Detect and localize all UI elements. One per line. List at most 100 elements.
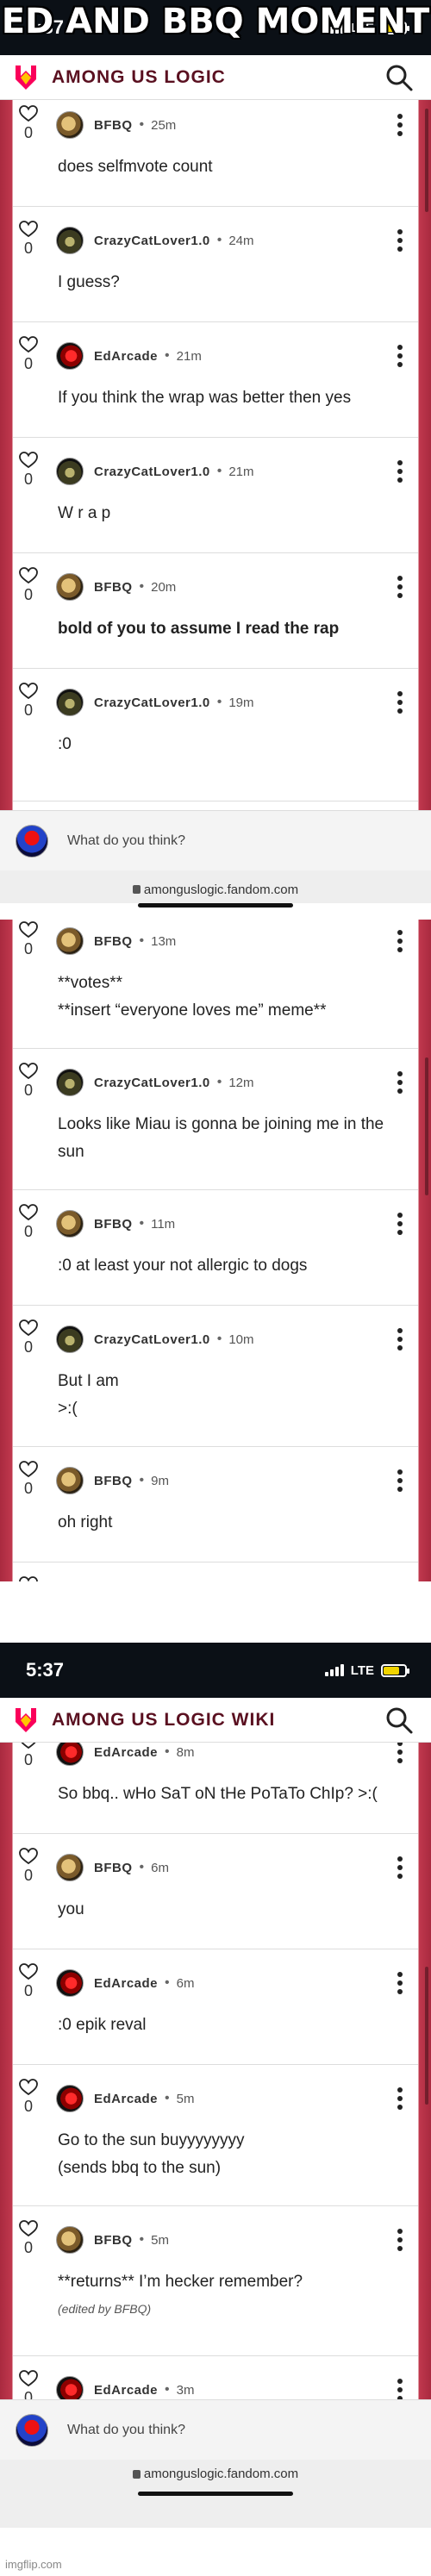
heart-icon[interactable]	[19, 921, 38, 939]
username[interactable]: BFBQ	[94, 118, 133, 133]
avatar[interactable]	[56, 689, 84, 716]
avatar[interactable]	[56, 1467, 84, 1494]
username[interactable]: BFBQ	[94, 1474, 133, 1488]
more-options-icon[interactable]	[397, 345, 403, 367]
scrollbar[interactable]	[425, 1967, 428, 2105]
more-options-icon[interactable]	[397, 229, 403, 252]
heart-icon[interactable]	[19, 683, 38, 700]
username[interactable]: BFBQ	[94, 580, 133, 595]
like-control[interactable]: 0	[13, 567, 44, 604]
username[interactable]: CrazyCatLover1.0	[94, 1332, 210, 1347]
avatar[interactable]	[56, 458, 84, 485]
username[interactable]: BFBQ	[94, 1861, 133, 1875]
like-control[interactable]: 0	[13, 1963, 44, 2000]
like-control[interactable]: 0	[13, 683, 44, 720]
more-options-icon[interactable]	[397, 691, 403, 714]
heart-icon[interactable]	[19, 1743, 38, 1750]
search-icon[interactable]	[384, 1706, 414, 1735]
like-control[interactable]: 0	[13, 1204, 44, 1241]
avatar[interactable]	[56, 1325, 84, 1353]
avatar[interactable]	[56, 1069, 84, 1096]
like-control[interactable]: 0	[13, 105, 44, 142]
fandom-logo-icon[interactable]	[12, 1706, 40, 1734]
username[interactable]: EdArcade	[94, 2092, 158, 2106]
username[interactable]: BFBQ	[94, 934, 133, 949]
username[interactable]: BFBQ	[94, 2233, 133, 2248]
avatar[interactable]	[56, 1969, 84, 1997]
more-options-icon[interactable]	[397, 1972, 403, 1994]
like-control[interactable]: 0	[13, 221, 44, 258]
avatar[interactable]	[56, 1854, 84, 1881]
heart-icon[interactable]	[19, 1848, 38, 1865]
like-control[interactable]: 0	[13, 1461, 44, 1498]
username[interactable]: EdArcade	[94, 1976, 158, 1991]
heart-icon[interactable]	[19, 1576, 38, 1581]
username[interactable]: CrazyCatLover1.0	[94, 1076, 210, 1090]
wiki-title[interactable]: AMONG US LOGIC WIKI	[52, 1710, 384, 1731]
scrollbar[interactable]	[425, 1057, 428, 1195]
heart-icon[interactable]	[19, 1063, 38, 1080]
avatar[interactable]	[56, 573, 84, 601]
reply-input[interactable]: What do you think?	[67, 2423, 185, 2438]
heart-icon[interactable]	[19, 1319, 38, 1337]
like-control[interactable]: 0	[13, 921, 44, 958]
more-options-icon[interactable]	[397, 1071, 403, 1094]
avatar[interactable]	[56, 1743, 84, 1766]
like-control[interactable]: 0	[13, 1743, 44, 1769]
more-options-icon[interactable]	[397, 460, 403, 483]
username[interactable]: EdArcade	[94, 1745, 158, 1760]
reply-input[interactable]: What do you think?	[67, 833, 185, 849]
more-options-icon[interactable]	[397, 2229, 403, 2251]
like-control[interactable]: 0	[13, 1848, 44, 1885]
username[interactable]: EdArcade	[94, 349, 158, 364]
like-control[interactable]: 0	[13, 2079, 44, 2116]
fandom-logo-icon[interactable]	[12, 64, 40, 91]
like-control[interactable]: 0	[13, 2220, 44, 2257]
more-options-icon[interactable]	[397, 1213, 403, 1235]
more-options-icon[interactable]	[397, 114, 403, 136]
heart-icon[interactable]	[19, 2220, 38, 2237]
like-control[interactable]: 0	[13, 452, 44, 489]
username[interactable]: EdArcade	[94, 2383, 158, 2398]
avatar[interactable]	[56, 927, 84, 955]
url-bar[interactable]: amonguslogic.fandom.com	[0, 2460, 431, 2528]
url-bar-top[interactable]: amonguslogic.fandom.com	[0, 877, 431, 903]
more-options-icon[interactable]	[397, 2087, 403, 2110]
avatar[interactable]	[56, 2226, 84, 2254]
username[interactable]: CrazyCatLover1.0	[94, 465, 210, 479]
more-options-icon[interactable]	[397, 2379, 403, 2399]
username[interactable]: CrazyCatLover1.0	[94, 695, 210, 710]
avatar[interactable]	[56, 342, 84, 370]
heart-icon[interactable]	[19, 2370, 38, 2387]
like-control[interactable]: 0	[13, 1576, 44, 1581]
username[interactable]: BFBQ	[94, 1217, 133, 1232]
heart-icon[interactable]	[19, 452, 38, 469]
avatar[interactable]	[56, 2085, 84, 2112]
heart-icon[interactable]	[19, 221, 38, 238]
reply-bar[interactable]: What do you think?	[0, 810, 431, 870]
username[interactable]: CrazyCatLover1.0	[94, 234, 210, 248]
like-control[interactable]: 0	[13, 2370, 44, 2399]
more-options-icon[interactable]	[397, 1743, 403, 1763]
like-control[interactable]: 0	[13, 336, 44, 373]
heart-icon[interactable]	[19, 567, 38, 584]
like-control[interactable]: 0	[13, 1319, 44, 1357]
search-icon[interactable]	[384, 63, 414, 92]
avatar[interactable]	[56, 227, 84, 254]
avatar[interactable]	[56, 111, 84, 139]
heart-icon[interactable]	[19, 2079, 38, 2096]
heart-icon[interactable]	[19, 1963, 38, 1980]
heart-icon[interactable]	[19, 336, 38, 353]
reply-bar[interactable]: What do you think?	[0, 2399, 431, 2460]
url-bar[interactable]: amonguslogic.fandom.com	[0, 870, 431, 877]
like-control[interactable]: 0	[13, 1063, 44, 1100]
heart-icon[interactable]	[19, 1204, 38, 1221]
wiki-title[interactable]: AMONG US LOGIC	[52, 67, 384, 88]
more-options-icon[interactable]	[397, 1469, 403, 1492]
heart-icon[interactable]	[19, 1461, 38, 1478]
avatar[interactable]	[56, 2376, 84, 2399]
heart-icon[interactable]	[19, 105, 38, 122]
avatar[interactable]	[56, 1210, 84, 1238]
more-options-icon[interactable]	[397, 576, 403, 598]
more-options-icon[interactable]	[397, 1856, 403, 1879]
